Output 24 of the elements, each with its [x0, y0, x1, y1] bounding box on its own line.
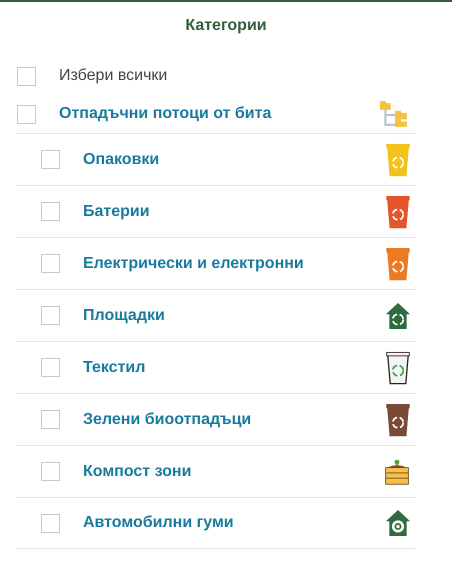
category-label: Зелени биоотпадъци — [83, 410, 252, 428]
checkbox[interactable] — [17, 66, 36, 86]
checkbox[interactable] — [41, 514, 60, 532]
category-label: Площадки — [83, 306, 166, 324]
checkbox[interactable] — [41, 202, 60, 221]
checkbox[interactable] — [41, 306, 60, 325]
category-label: Електрически и електронни — [83, 254, 305, 272]
checkbox[interactable] — [41, 150, 60, 169]
checkbox[interactable] — [41, 254, 60, 273]
checkbox[interactable] — [41, 462, 60, 481]
compost-box-icon — [383, 458, 411, 486]
select-all-label: Избери всички — [59, 67, 168, 85]
category-label: Текстил — [83, 358, 146, 376]
panel-title: Категории — [184, 16, 268, 36]
category-label: Батерии — [83, 202, 151, 220]
category-label: Опаковки — [83, 150, 160, 168]
checkbox[interactable] — [41, 410, 60, 429]
category-label: Компост зони — [83, 462, 192, 480]
tire-house-icon — [385, 508, 411, 538]
category-label: Отпадъчни потоци от бита — [59, 105, 272, 123]
recycling-house-icon — [385, 300, 411, 330]
checkbox[interactable] — [41, 358, 60, 377]
category-label: Автомобилни гуми — [83, 514, 235, 532]
checkbox[interactable] — [17, 104, 36, 124]
